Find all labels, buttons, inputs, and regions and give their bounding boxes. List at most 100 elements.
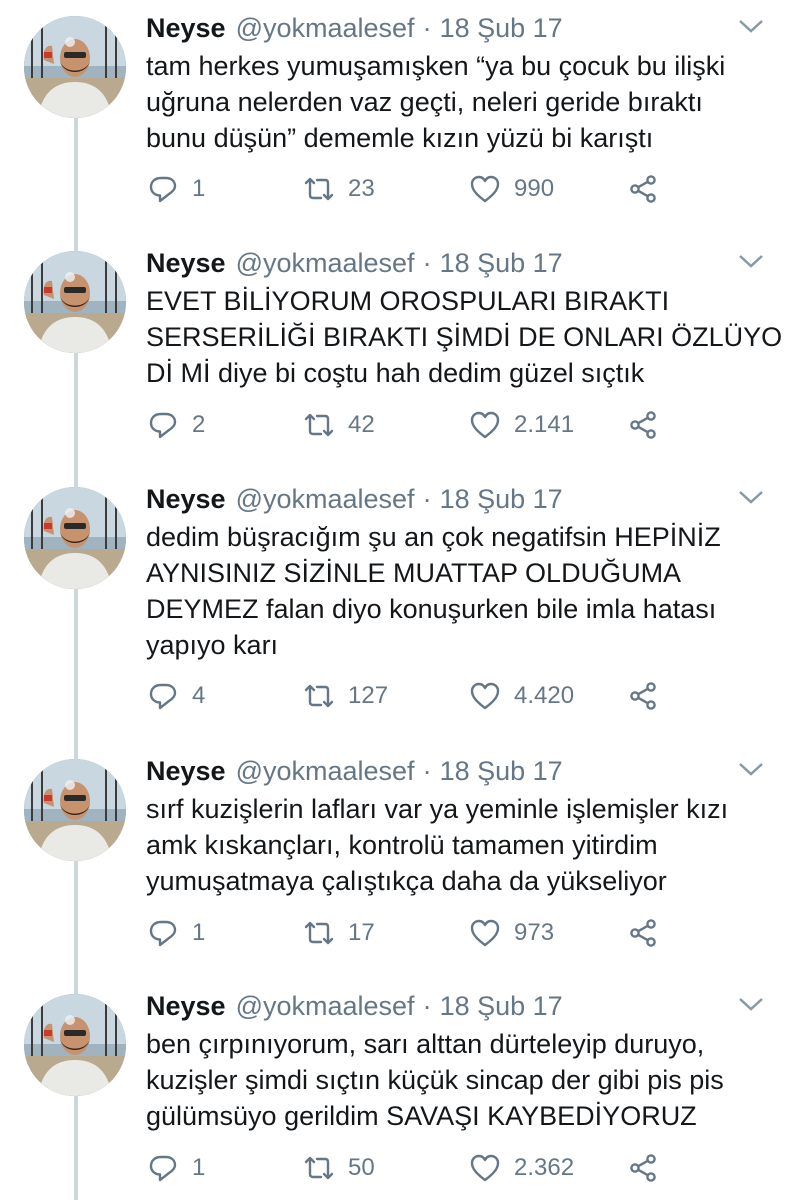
tweet-actions: 4 127 4.420 bbox=[146, 676, 706, 716]
tweet-date[interactable]: 18 Şub 17 bbox=[440, 13, 563, 44]
avatar[interactable] bbox=[24, 994, 126, 1096]
like-button[interactable]: 2.362 bbox=[470, 1148, 574, 1188]
avatar[interactable] bbox=[24, 487, 126, 589]
share-icon bbox=[630, 175, 656, 203]
share-icon bbox=[630, 411, 656, 439]
reply-button[interactable]: 4 bbox=[148, 676, 205, 716]
tweet-date[interactable]: 18 Şub 17 bbox=[440, 248, 563, 279]
author-name[interactable]: Neyse bbox=[146, 991, 226, 1022]
avatar[interactable] bbox=[24, 251, 126, 353]
tweet-actions: 1 23 990 bbox=[146, 169, 706, 209]
tweet-actions: 1 17 973 bbox=[146, 913, 706, 953]
chevron-down-icon[interactable] bbox=[737, 487, 765, 507]
like-button[interactable]: 973 bbox=[470, 913, 554, 953]
retweet-button[interactable]: 17 bbox=[304, 913, 375, 953]
tweet-date[interactable]: 18 Şub 17 bbox=[440, 756, 563, 787]
author-handle[interactable]: @yokmaalesef bbox=[236, 248, 415, 279]
tweet-text: tam herkes yumuşamışken “ya bu çocuk bu … bbox=[146, 48, 765, 156]
separator-dot: · bbox=[422, 755, 432, 786]
tweet-text-line: gülümsüyo gerildim SAVAŞI KAYBEDİYORUZ bbox=[146, 1101, 697, 1131]
reply-button[interactable]: 1 bbox=[148, 169, 205, 209]
share-button[interactable] bbox=[628, 913, 672, 953]
tweet-text: ben çırpınıyorum, sarı alttan dürteleyip… bbox=[146, 1026, 765, 1134]
tweet-text-line: DEYMEZ falan diyo konuşurken bile imla h… bbox=[146, 594, 717, 624]
tweet-text-line: sırf kuzişlerin lafları var ya yeminle i… bbox=[146, 794, 729, 824]
author-handle[interactable]: @yokmaalesef bbox=[236, 991, 415, 1022]
like-button[interactable]: 990 bbox=[470, 169, 554, 209]
retweet-count: 42 bbox=[348, 411, 375, 438]
share-button[interactable] bbox=[628, 676, 672, 716]
share-button[interactable] bbox=[628, 169, 672, 209]
tweet-text-line: tam herkes yumuşamışken “ya bu çocuk bu … bbox=[146, 51, 726, 81]
separator-dot: · bbox=[422, 990, 432, 1021]
tweet-text-line: Dİ Mİ diye bi coştu hah dedim güzel sıçt… bbox=[146, 358, 645, 388]
avatar[interactable] bbox=[24, 16, 126, 118]
avatar[interactable] bbox=[24, 759, 126, 861]
tweet-actions: 2 42 2.141 bbox=[146, 405, 706, 445]
tweet-text-line: amk kıskançları, kontrolü tamamen yitird… bbox=[146, 830, 658, 860]
retweet-icon bbox=[304, 177, 334, 201]
tweet-text-line: EVET BİLİYORUM OROSPULARI BIRAKTI bbox=[146, 286, 670, 316]
reply-button[interactable]: 1 bbox=[148, 913, 205, 953]
tweet-text-line: bunu düşün” dememle kızın yüzü bi karışt… bbox=[146, 123, 654, 153]
share-icon bbox=[630, 919, 656, 947]
chevron-down-icon[interactable] bbox=[737, 16, 765, 36]
tweet-text-line: kuzişler şimdi sıçtın küçük sincap der g… bbox=[146, 1065, 724, 1095]
retweet-icon bbox=[304, 684, 334, 708]
tweet-text-line: AYNISINIZ SİZİNLE MUATTAP OLDUĞUMA bbox=[146, 558, 682, 588]
tweet-text-line: yumuşatmaya çalıştıkça daha da yükseliyo… bbox=[146, 866, 667, 896]
author-name[interactable]: Neyse bbox=[146, 484, 226, 515]
chevron-down-icon[interactable] bbox=[737, 994, 765, 1014]
retweet-icon bbox=[304, 921, 334, 945]
tweet-text-line: dedim büşracığım şu an çok negatifsin HE… bbox=[146, 522, 721, 552]
tweet-date[interactable]: 18 Şub 17 bbox=[440, 484, 563, 515]
reply-count: 1 bbox=[192, 919, 206, 946]
retweet-icon bbox=[304, 1156, 334, 1180]
reply-icon bbox=[149, 412, 177, 439]
author-name[interactable]: Neyse bbox=[146, 248, 226, 279]
heart-icon bbox=[470, 411, 500, 439]
author-name[interactable]: Neyse bbox=[146, 13, 226, 44]
retweet-count: 23 bbox=[348, 175, 375, 202]
reply-count: 4 bbox=[192, 682, 206, 709]
author-handle[interactable]: @yokmaalesef bbox=[236, 484, 415, 515]
like-count: 2.362 bbox=[514, 1154, 575, 1181]
reply-button[interactable]: 2 bbox=[148, 405, 205, 445]
author-handle[interactable]: @yokmaalesef bbox=[236, 13, 415, 44]
retweet-count: 17 bbox=[348, 919, 375, 946]
retweet-button[interactable]: 42 bbox=[304, 405, 375, 445]
like-button[interactable]: 2.141 bbox=[470, 405, 574, 445]
author-handle[interactable]: @yokmaalesef bbox=[236, 756, 415, 787]
separator-dot: · bbox=[422, 483, 432, 514]
tweet-actions: 1 50 2.362 bbox=[146, 1148, 706, 1188]
heart-icon bbox=[470, 682, 500, 710]
reply-icon bbox=[149, 176, 177, 203]
retweet-count: 127 bbox=[348, 682, 389, 709]
tweet-text: EVET BİLİYORUM OROSPULARI BIRAKTI SERSER… bbox=[146, 283, 783, 391]
reply-icon bbox=[149, 683, 177, 710]
retweet-icon bbox=[304, 413, 334, 437]
tweet-text: sırf kuzişlerin lafları var ya yeminle i… bbox=[146, 791, 765, 899]
share-button[interactable] bbox=[628, 405, 672, 445]
chevron-down-icon[interactable] bbox=[737, 251, 765, 271]
retweet-count: 50 bbox=[348, 1154, 375, 1181]
reply-icon bbox=[149, 920, 177, 947]
tweet-date[interactable]: 18 Şub 17 bbox=[440, 991, 563, 1022]
retweet-button[interactable]: 23 bbox=[304, 169, 375, 209]
like-button[interactable]: 4.420 bbox=[470, 676, 574, 716]
share-icon bbox=[630, 1154, 656, 1182]
tweet-text-line: yapıyo karı bbox=[146, 630, 279, 660]
chevron-down-icon[interactable] bbox=[737, 759, 765, 779]
heart-icon bbox=[470, 175, 500, 203]
tweet-text-line: SERSERİLİĞİ BIRAKTI ŞİMDİ DE ONLARI ÖZLÜ… bbox=[146, 322, 783, 352]
heart-icon bbox=[470, 919, 500, 947]
author-name[interactable]: Neyse bbox=[146, 756, 226, 787]
reply-count: 2 bbox=[192, 411, 206, 438]
reply-icon bbox=[149, 1155, 177, 1182]
share-button[interactable] bbox=[628, 1148, 672, 1188]
like-count: 4.420 bbox=[514, 682, 575, 709]
like-count: 973 bbox=[514, 919, 555, 946]
retweet-button[interactable]: 50 bbox=[304, 1148, 375, 1188]
reply-button[interactable]: 1 bbox=[148, 1148, 205, 1188]
retweet-button[interactable]: 127 bbox=[304, 676, 388, 716]
